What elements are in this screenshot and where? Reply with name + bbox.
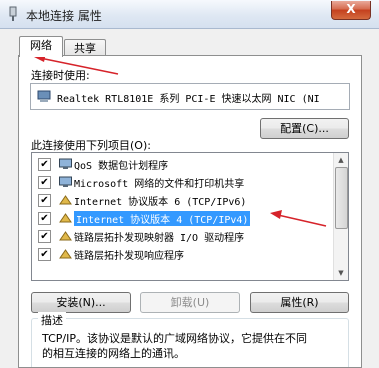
components-list[interactable]: ✔ QoS 数据包计划程序 ✔ Microsoft 网络的文件和打印机共享 ✔ … xyxy=(31,152,349,281)
list-item-label: 链路层拓扑发现映射器 I/O 驱动程序 xyxy=(74,233,245,244)
connect-using-label: 连接时使用: xyxy=(31,69,90,82)
scroll-thumb[interactable] xyxy=(335,167,348,229)
list-item-label: Internet 协议版本 6 (TCP/IPv6) xyxy=(74,197,247,208)
scroll-up-arrow-icon[interactable]: ▲ xyxy=(334,153,348,167)
list-item-label: Microsoft 网络的文件和打印机共享 xyxy=(74,179,245,190)
list-item-lltd-responder[interactable]: ✔ 链路层拓扑发现响应程序 xyxy=(32,246,332,262)
protocol-icon xyxy=(59,213,72,223)
list-item-ipv4[interactable]: ✔ Internet 协议版本 4 (TCP/IPv4) xyxy=(32,210,332,226)
list-item-label: QoS 数据包计划程序 xyxy=(74,161,169,172)
protocol-icon xyxy=(59,195,72,205)
checkbox[interactable]: ✔ xyxy=(38,230,51,243)
description-text: TCP/IP。该协议是默认的广域网络协议，它提供在不同 的相互连接的网络上的通讯… xyxy=(42,331,342,361)
list-item-label: Internet 协议版本 4 (TCP/IPv4) xyxy=(74,211,251,226)
checkbox[interactable]: ✔ xyxy=(38,176,51,189)
window-title: 本地连接 属性 xyxy=(26,9,102,23)
description-title: 描述 xyxy=(38,312,66,328)
network-adapter-icon xyxy=(37,90,51,102)
configure-button[interactable]: 配置(C)... xyxy=(260,118,349,139)
adapter-field: Realtek RTL8101E 系列 PCI-E 快速以太网 NIC (NI xyxy=(30,83,350,110)
install-button[interactable]: 安装(N)... xyxy=(31,292,131,313)
checkbox[interactable]: ✔ xyxy=(38,158,51,171)
vertical-scrollbar[interactable]: ▲ ▼ xyxy=(333,153,348,280)
qos-icon xyxy=(59,158,72,169)
uninstall-button: 卸载(U) xyxy=(140,292,240,313)
checkbox[interactable]: ✔ xyxy=(38,248,51,261)
tab-network[interactable]: 网络 xyxy=(19,36,63,57)
scroll-down-arrow-icon[interactable]: ▼ xyxy=(334,266,348,280)
network-connection-icon xyxy=(9,6,17,21)
items-label: 此连接使用下列项目(O): xyxy=(31,139,151,152)
description-line-1: TCP/IP。该协议是默认的广域网络协议，它提供在不同 xyxy=(42,332,307,345)
properties-button[interactable]: 属性(R) xyxy=(250,292,349,313)
protocol-icon xyxy=(59,231,72,241)
title-bar: 本地连接 属性 X xyxy=(0,0,379,29)
checkbox[interactable]: ✔ xyxy=(38,212,51,225)
adapter-name: Realtek RTL8101E 系列 PCI-E 快速以太网 NIC (NI xyxy=(57,94,320,105)
list-item-ipv6[interactable]: ✔ Internet 协议版本 6 (TCP/IPv6) xyxy=(32,192,332,208)
list-item-lltd-mapper[interactable]: ✔ 链路层拓扑发现映射器 I/O 驱动程序 xyxy=(32,228,332,244)
list-item-label: 链路层拓扑发现响应程序 xyxy=(74,251,184,262)
description-line-2: 的相互连接的网络上的通讯。 xyxy=(42,347,185,360)
list-item-qos[interactable]: ✔ QoS 数据包计划程序 xyxy=(32,156,332,172)
checkbox[interactable]: ✔ xyxy=(38,194,51,207)
list-item-file-sharing[interactable]: ✔ Microsoft 网络的文件和打印机共享 xyxy=(32,174,332,190)
close-button[interactable]: X xyxy=(331,1,371,20)
network-share-icon xyxy=(59,176,72,187)
protocol-icon xyxy=(59,249,72,259)
